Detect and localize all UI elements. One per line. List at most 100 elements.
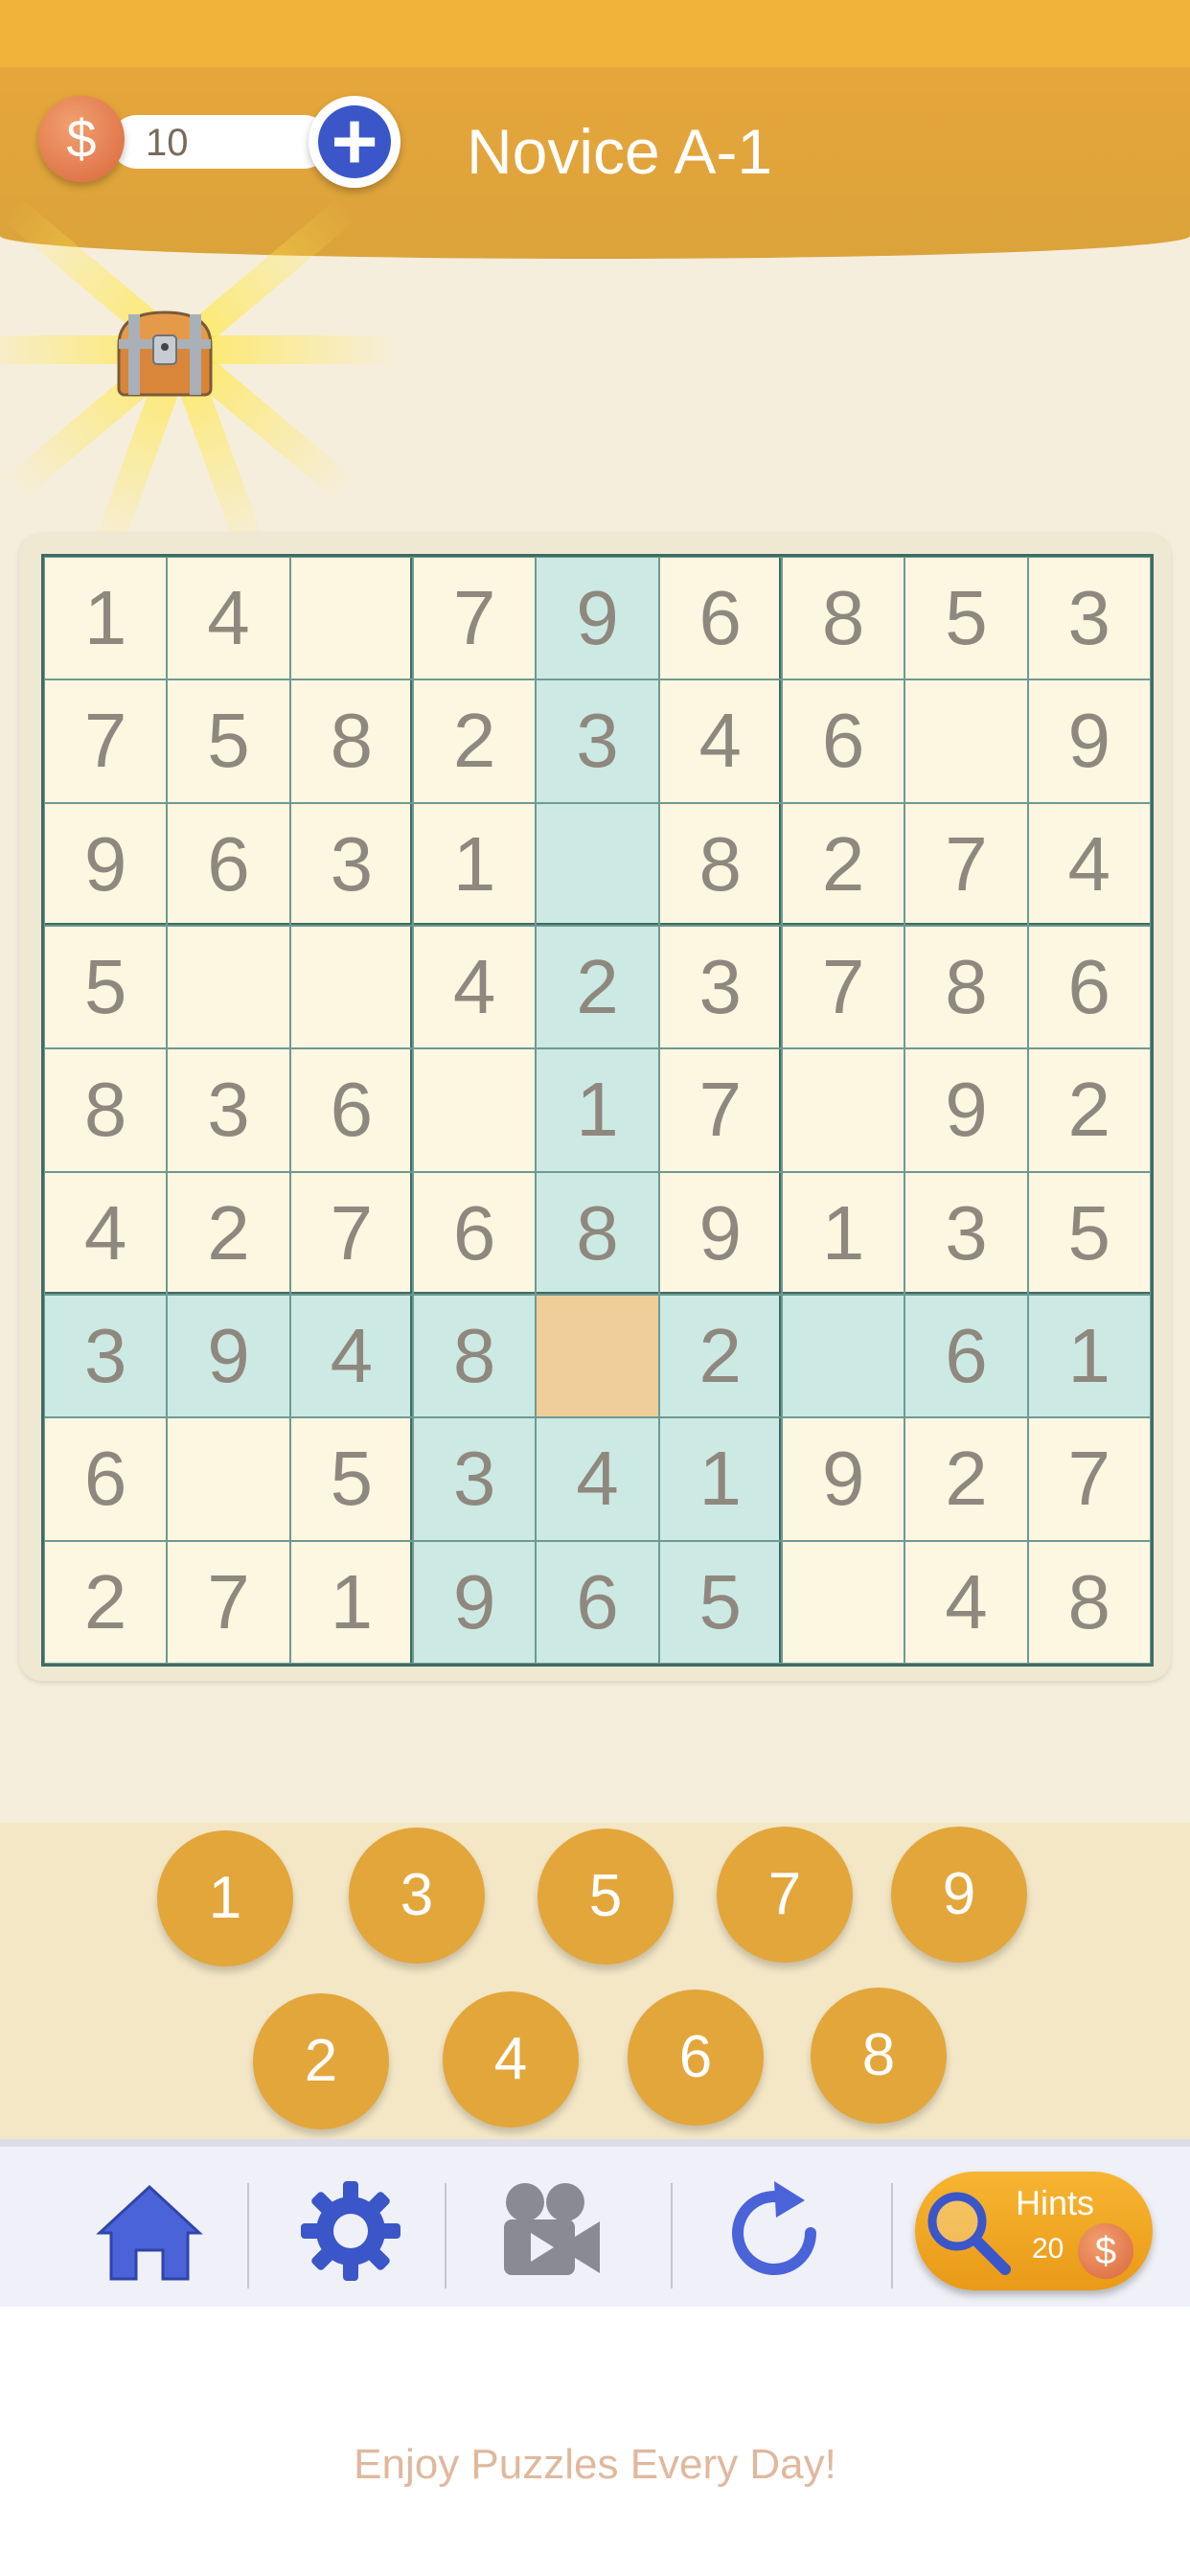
sudoku-cell-r6c7[interactable]: 1: [781, 1171, 905, 1295]
sudoku-cell-r5c8[interactable]: 9: [904, 1048, 1028, 1172]
sudoku-cell-r7c3[interactable]: 4: [289, 1294, 413, 1418]
sudoku-cell-r6c2[interactable]: 2: [167, 1171, 290, 1295]
sudoku-cell-r1c8[interactable]: 5: [904, 557, 1028, 680]
sudoku-cell-r5c1[interactable]: 8: [44, 1048, 168, 1172]
sudoku-cell-r9c1[interactable]: 2: [44, 1540, 168, 1664]
sudoku-cell-r4c3[interactable]: [289, 925, 413, 1049]
sudoku-cell-r5c4[interactable]: [412, 1048, 537, 1172]
sudoku-cell-r7c8[interactable]: 6: [904, 1294, 1028, 1418]
sudoku-cell-r2c1[interactable]: 7: [44, 679, 168, 803]
sudoku-cell-r4c4[interactable]: 4: [412, 925, 537, 1049]
sudoku-cell-r7c2[interactable]: 9: [167, 1294, 290, 1418]
sudoku-cell-r6c1[interactable]: 4: [44, 1171, 168, 1295]
sudoku-cell-r3c1[interactable]: 9: [44, 802, 168, 926]
sudoku-cell-r6c8[interactable]: 3: [904, 1171, 1028, 1295]
sudoku-cell-r4c7[interactable]: 7: [781, 925, 905, 1049]
sudoku-cell-r9c6[interactable]: 5: [658, 1540, 782, 1664]
sudoku-cell-r2c2[interactable]: 5: [167, 679, 290, 803]
sudoku-cell-r7c5[interactable]: [536, 1294, 659, 1418]
sudoku-cell-r1c1[interactable]: 1: [44, 557, 168, 680]
sudoku-cell-r5c7[interactable]: [781, 1048, 905, 1172]
sudoku-cell-r6c4[interactable]: 6: [412, 1171, 537, 1295]
sudoku-cell-r9c5[interactable]: 6: [536, 1540, 659, 1664]
sudoku-cell-r4c6[interactable]: 3: [658, 925, 782, 1049]
number-button-1[interactable]: 1: [157, 1830, 293, 1966]
sudoku-cell-r9c7[interactable]: [781, 1540, 905, 1664]
sudoku-cell-r3c6[interactable]: 8: [658, 802, 782, 926]
sudoku-cell-r1c9[interactable]: 3: [1027, 557, 1151, 680]
sudoku-cell-r2c6[interactable]: 4: [658, 679, 782, 803]
sudoku-cell-r3c8[interactable]: 7: [904, 802, 1028, 926]
sudoku-cell-r8c5[interactable]: 4: [536, 1417, 659, 1541]
sudoku-cell-r4c1[interactable]: 5: [44, 925, 168, 1049]
sudoku-cell-r8c4[interactable]: 3: [412, 1417, 537, 1541]
sudoku-cell-r8c1[interactable]: 6: [44, 1417, 168, 1541]
sudoku-cell-r6c6[interactable]: 9: [658, 1171, 782, 1295]
sudoku-cell-r6c9[interactable]: 5: [1027, 1171, 1151, 1295]
sudoku-cell-r5c2[interactable]: 3: [167, 1048, 290, 1172]
sudoku-cell-r8c6[interactable]: 1: [658, 1417, 782, 1541]
sudoku-cell-r5c3[interactable]: 6: [289, 1048, 413, 1172]
sudoku-cell-r3c5[interactable]: [536, 802, 659, 926]
sudoku-cell-r4c5[interactable]: 2: [536, 925, 659, 1049]
refresh-icon[interactable]: [719, 2174, 834, 2288]
sudoku-cell-r1c7[interactable]: 8: [781, 557, 905, 680]
sudoku-cell-r3c9[interactable]: 4: [1027, 802, 1151, 926]
number-button-5[interactable]: 5: [538, 1828, 674, 1965]
sudoku-cell-r8c2[interactable]: [167, 1417, 290, 1541]
treasure-chest-button[interactable]: [0, 196, 400, 563]
sudoku-cell-r3c3[interactable]: 3: [289, 802, 413, 926]
sudoku-cell-r2c5[interactable]: 3: [536, 679, 659, 803]
sudoku-cell-r2c3[interactable]: 8: [289, 679, 413, 803]
sudoku-cell-r7c4[interactable]: 8: [412, 1294, 537, 1418]
add-coins-button[interactable]: +: [309, 96, 400, 188]
sudoku-cell-r9c9[interactable]: 8: [1027, 1540, 1151, 1664]
sudoku-cell-r9c4[interactable]: 9: [412, 1540, 537, 1664]
sudoku-cell-r8c3[interactable]: 5: [289, 1417, 413, 1541]
sudoku-cell-r3c7[interactable]: 2: [781, 802, 905, 926]
hints-button[interactable]: Hints 20 $: [915, 2172, 1153, 2290]
sudoku-cell-r7c9[interactable]: 1: [1027, 1294, 1151, 1418]
number-button-4[interactable]: 4: [443, 1991, 579, 2128]
sudoku-cell-r1c6[interactable]: 6: [658, 557, 782, 680]
sudoku-cell-r5c6[interactable]: 7: [658, 1048, 782, 1172]
sudoku-cell-r9c3[interactable]: 1: [289, 1540, 413, 1664]
number-button-8[interactable]: 8: [811, 1988, 947, 2124]
sudoku-cell-r4c8[interactable]: 8: [904, 925, 1028, 1049]
number-button-2[interactable]: 2: [253, 1993, 389, 2129]
sudoku-cell-r8c9[interactable]: 7: [1027, 1417, 1151, 1541]
coin-icon: $: [38, 96, 125, 182]
sudoku-cell-r5c9[interactable]: 2: [1027, 1048, 1151, 1172]
coin-icon: $: [1078, 2223, 1133, 2279]
sudoku-cell-r7c1[interactable]: 3: [44, 1294, 168, 1418]
sudoku-cell-r7c6[interactable]: 2: [658, 1294, 782, 1418]
number-button-6[interactable]: 6: [628, 1990, 764, 2126]
sudoku-cell-r1c2[interactable]: 4: [167, 557, 290, 680]
sudoku-cell-r1c4[interactable]: 7: [412, 557, 537, 680]
sudoku-cell-r1c3[interactable]: [289, 557, 413, 680]
sudoku-cell-r4c2[interactable]: [167, 925, 290, 1049]
video-camera-icon[interactable]: [491, 2174, 606, 2288]
sudoku-cell-r2c7[interactable]: 6: [781, 679, 905, 803]
sudoku-cell-r8c7[interactable]: 9: [781, 1417, 905, 1541]
sudoku-cell-r6c3[interactable]: 7: [289, 1171, 413, 1295]
sudoku-cell-r2c9[interactable]: 9: [1027, 679, 1151, 803]
sudoku-cell-r2c4[interactable]: 2: [412, 679, 537, 803]
number-button-7[interactable]: 7: [717, 1827, 853, 1963]
sudoku-cell-r3c4[interactable]: 1: [412, 802, 537, 926]
sudoku-cell-r6c5[interactable]: 8: [536, 1171, 659, 1295]
sudoku-cell-r3c2[interactable]: 6: [167, 802, 290, 926]
sudoku-cell-r9c8[interactable]: 4: [904, 1540, 1028, 1664]
gear-icon[interactable]: [293, 2174, 408, 2288]
number-button-9[interactable]: 9: [891, 1827, 1027, 1963]
treasure-chest-icon: [117, 310, 213, 397]
sudoku-cell-r7c7[interactable]: [781, 1294, 905, 1418]
sudoku-cell-r8c8[interactable]: 2: [904, 1417, 1028, 1541]
sudoku-cell-r5c5[interactable]: 1: [536, 1048, 659, 1172]
sudoku-cell-r2c8[interactable]: [904, 679, 1028, 803]
home-icon[interactable]: [92, 2174, 207, 2288]
number-button-3[interactable]: 3: [349, 1828, 485, 1964]
sudoku-cell-r4c9[interactable]: 6: [1027, 925, 1151, 1049]
sudoku-cell-r9c2[interactable]: 7: [167, 1540, 290, 1664]
sudoku-cell-r1c5[interactable]: 9: [536, 557, 659, 680]
